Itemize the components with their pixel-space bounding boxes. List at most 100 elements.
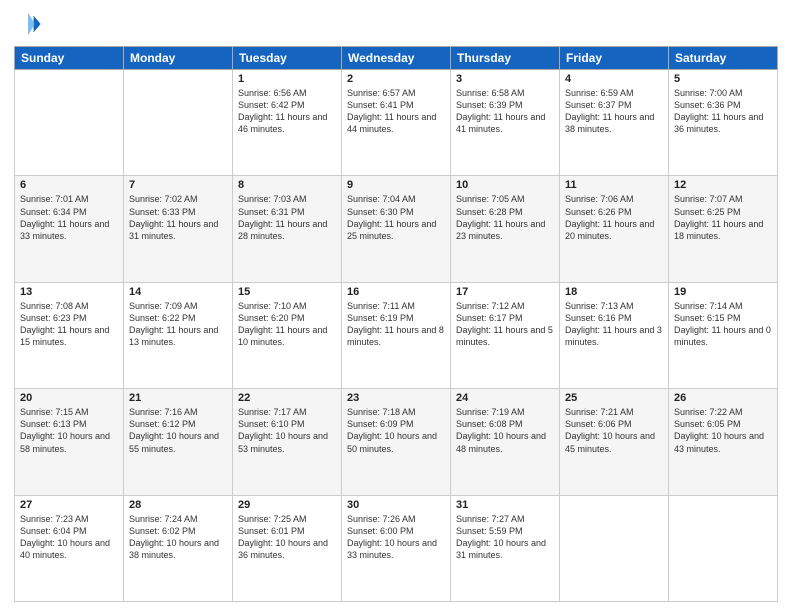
day-info: Sunrise: 7:03 AMSunset: 6:31 PMDaylight:… [238, 193, 336, 242]
day-info: Sunrise: 7:06 AMSunset: 6:26 PMDaylight:… [565, 193, 663, 242]
day-number: 15 [238, 286, 336, 298]
calendar-cell: 11 Sunrise: 7:06 AMSunset: 6:26 PMDayligh… [560, 176, 669, 282]
calendar-cell: 28 Sunrise: 7:24 AMSunset: 6:02 PMDayligh… [124, 495, 233, 601]
day-info: Sunrise: 7:10 AMSunset: 6:20 PMDaylight:… [238, 300, 336, 349]
day-number: 17 [456, 286, 554, 298]
calendar-cell: 21Sunrise: 7:16 AMSunset: 6:12 PMDayligh… [124, 389, 233, 495]
day-number: 10 [456, 179, 554, 191]
calendar-cell: 17 Sunrise: 7:12 AMSunset: 6:17 PMDayligh… [451, 282, 560, 388]
calendar-cell: 10 Sunrise: 7:05 AMSunset: 6:28 PMDayligh… [451, 176, 560, 282]
week-row-2: 6Sunrise: 7:01 AMSunset: 6:34 PMDaylight… [15, 176, 778, 282]
calendar-cell [124, 70, 233, 176]
header [14, 10, 778, 38]
calendar-cell: 23 Sunrise: 7:18 AMSunset: 6:09 PMDayligh… [342, 389, 451, 495]
weekday-header-row: SundayMondayTuesdayWednesdayThursdayFrid… [15, 47, 778, 70]
calendar-cell: 8 Sunrise: 7:03 AMSunset: 6:31 PMDaylight… [233, 176, 342, 282]
calendar-cell: 30 Sunrise: 7:26 AMSunset: 6:00 PMDayligh… [342, 495, 451, 601]
day-number: 30 [347, 499, 445, 511]
calendar-cell: 6Sunrise: 7:01 AMSunset: 6:34 PMDaylight… [15, 176, 124, 282]
calendar-table: SundayMondayTuesdayWednesdayThursdayFrid… [14, 46, 778, 602]
day-info: Sunrise: 7:05 AMSunset: 6:28 PMDaylight:… [456, 193, 554, 242]
calendar-cell: 3 Sunrise: 6:58 AMSunset: 6:39 PMDaylight… [451, 70, 560, 176]
calendar-cell: 18Sunrise: 7:13 AMSunset: 6:16 PMDayligh… [560, 282, 669, 388]
calendar-cell: 26 Sunrise: 7:22 AMSunset: 6:05 PMDayligh… [669, 389, 778, 495]
weekday-wednesday: Wednesday [342, 47, 451, 70]
calendar-cell: 14 Sunrise: 7:09 AMSunset: 6:22 PMDayligh… [124, 282, 233, 388]
day-number: 28 [129, 499, 227, 511]
day-info: Sunrise: 7:14 AMSunset: 6:15 PMDaylight:… [674, 300, 772, 349]
day-info: Sunrise: 7:21 AMSunset: 6:06 PMDaylight:… [565, 406, 663, 455]
day-number: 3 [456, 73, 554, 85]
day-number: 5 [674, 73, 772, 85]
calendar-cell: 7 Sunrise: 7:02 AMSunset: 6:33 PMDaylight… [124, 176, 233, 282]
day-info: Sunrise: 7:15 AMSunset: 6:13 PMDaylight:… [20, 406, 118, 455]
calendar-cell: 9 Sunrise: 7:04 AMSunset: 6:30 PMDaylight… [342, 176, 451, 282]
calendar-cell [669, 495, 778, 601]
day-info: Sunrise: 7:12 AMSunset: 6:17 PMDaylight:… [456, 300, 554, 349]
calendar-cell: 1 Sunrise: 6:56 AMSunset: 6:42 PMDaylight… [233, 70, 342, 176]
week-row-1: 1 Sunrise: 6:56 AMSunset: 6:42 PMDaylight… [15, 70, 778, 176]
day-info: Sunrise: 7:16 AMSunset: 6:12 PMDaylight:… [129, 406, 227, 455]
calendar-cell [560, 495, 669, 601]
day-number: 31 [456, 499, 554, 511]
calendar-cell: 22 Sunrise: 7:17 AMSunset: 6:10 PMDayligh… [233, 389, 342, 495]
day-info: Sunrise: 7:13 AMSunset: 6:16 PMDaylight:… [565, 300, 663, 349]
day-number: 11 [565, 179, 663, 191]
day-info: Sunrise: 7:01 AMSunset: 6:34 PMDaylight:… [20, 193, 118, 242]
week-row-4: 20 Sunrise: 7:15 AMSunset: 6:13 PMDayligh… [15, 389, 778, 495]
day-info: Sunrise: 6:57 AMSunset: 6:41 PMDaylight:… [347, 87, 445, 136]
day-info: Sunrise: 7:26 AMSunset: 6:00 PMDaylight:… [347, 513, 445, 562]
day-info: Sunrise: 7:25 AMSunset: 6:01 PMDaylight:… [238, 513, 336, 562]
day-info: Sunrise: 7:17 AMSunset: 6:10 PMDaylight:… [238, 406, 336, 455]
day-info: Sunrise: 7:07 AMSunset: 6:25 PMDaylight:… [674, 193, 772, 242]
logo [14, 10, 46, 38]
day-info: Sunrise: 7:22 AMSunset: 6:05 PMDaylight:… [674, 406, 772, 455]
day-info: Sunrise: 7:04 AMSunset: 6:30 PMDaylight:… [347, 193, 445, 242]
day-number: 19 [674, 286, 772, 298]
day-info: Sunrise: 7:02 AMSunset: 6:33 PMDaylight:… [129, 193, 227, 242]
calendar-cell: 15 Sunrise: 7:10 AMSunset: 6:20 PMDayligh… [233, 282, 342, 388]
day-number: 20 [20, 392, 118, 404]
calendar-cell: 31Sunrise: 7:27 AMSunset: 5:59 PMDayligh… [451, 495, 560, 601]
weekday-sunday: Sunday [15, 47, 124, 70]
calendar-cell: 24Sunrise: 7:19 AMSunset: 6:08 PMDayligh… [451, 389, 560, 495]
day-number: 8 [238, 179, 336, 191]
weekday-tuesday: Tuesday [233, 47, 342, 70]
day-info: Sunrise: 7:18 AMSunset: 6:09 PMDaylight:… [347, 406, 445, 455]
day-info: Sunrise: 6:58 AMSunset: 6:39 PMDaylight:… [456, 87, 554, 136]
day-number: 23 [347, 392, 445, 404]
day-number: 7 [129, 179, 227, 191]
calendar-cell [15, 70, 124, 176]
calendar-cell: 29Sunrise: 7:25 AMSunset: 6:01 PMDayligh… [233, 495, 342, 601]
calendar-cell: 4 Sunrise: 6:59 AMSunset: 6:37 PMDaylight… [560, 70, 669, 176]
calendar-cell: 2 Sunrise: 6:57 AMSunset: 6:41 PMDaylight… [342, 70, 451, 176]
day-info: Sunrise: 7:11 AMSunset: 6:19 PMDaylight:… [347, 300, 445, 349]
weekday-monday: Monday [124, 47, 233, 70]
calendar-cell: 27Sunrise: 7:23 AMSunset: 6:04 PMDayligh… [15, 495, 124, 601]
day-number: 26 [674, 392, 772, 404]
day-number: 13 [20, 286, 118, 298]
day-info: Sunrise: 7:08 AMSunset: 6:23 PMDaylight:… [20, 300, 118, 349]
day-info: Sunrise: 7:09 AMSunset: 6:22 PMDaylight:… [129, 300, 227, 349]
day-number: 1 [238, 73, 336, 85]
day-number: 16 [347, 286, 445, 298]
day-number: 9 [347, 179, 445, 191]
day-number: 25 [565, 392, 663, 404]
day-info: Sunrise: 7:23 AMSunset: 6:04 PMDaylight:… [20, 513, 118, 562]
logo-icon [14, 10, 42, 38]
week-row-5: 27Sunrise: 7:23 AMSunset: 6:04 PMDayligh… [15, 495, 778, 601]
day-info: Sunrise: 6:59 AMSunset: 6:37 PMDaylight:… [565, 87, 663, 136]
day-info: Sunrise: 7:19 AMSunset: 6:08 PMDaylight:… [456, 406, 554, 455]
day-number: 2 [347, 73, 445, 85]
day-number: 14 [129, 286, 227, 298]
calendar-cell: 13 Sunrise: 7:08 AMSunset: 6:23 PMDayligh… [15, 282, 124, 388]
day-number: 4 [565, 73, 663, 85]
page: SundayMondayTuesdayWednesdayThursdayFrid… [0, 0, 792, 612]
day-info: Sunrise: 6:56 AMSunset: 6:42 PMDaylight:… [238, 87, 336, 136]
calendar-cell: 19 Sunrise: 7:14 AMSunset: 6:15 PMDayligh… [669, 282, 778, 388]
calendar-cell: 25 Sunrise: 7:21 AMSunset: 6:06 PMDayligh… [560, 389, 669, 495]
day-info: Sunrise: 7:00 AMSunset: 6:36 PMDaylight:… [674, 87, 772, 136]
calendar-cell: 12Sunrise: 7:07 AMSunset: 6:25 PMDayligh… [669, 176, 778, 282]
day-number: 22 [238, 392, 336, 404]
day-info: Sunrise: 7:24 AMSunset: 6:02 PMDaylight:… [129, 513, 227, 562]
